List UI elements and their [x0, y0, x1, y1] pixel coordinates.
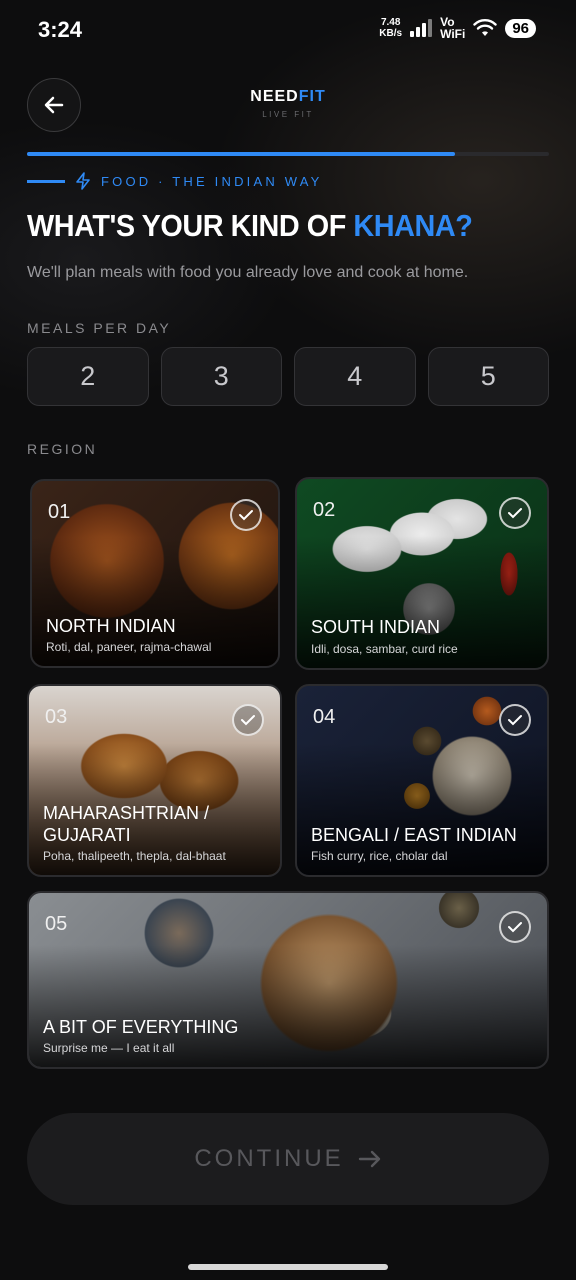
card-title: SOUTH INDIAN — [311, 617, 441, 637]
region-label: REGION — [27, 441, 98, 457]
card-description: Poha, thalipeeth, thepla, dal-bhaat — [43, 849, 226, 863]
card-title: A BIT OF EVERYTHING — [43, 1017, 239, 1037]
check-icon — [499, 704, 531, 736]
network-speed-unit: KB/s — [379, 28, 403, 39]
page-subtitle: We'll plan meals with food you already l… — [27, 264, 469, 281]
region-card-bengali-east-indian[interactable]: 04 BENGALI / EAST INDIAN Fish curry, ric… — [295, 684, 549, 877]
region-card-south-indian[interactable]: 02 SOUTH INDIAN Idli, dosa, sambar, curd… — [295, 477, 549, 670]
meals-per-day-options: 2 3 4 5 — [27, 347, 549, 406]
section-tag: FOOD · THE INDIAN WAY — [27, 172, 323, 190]
card-number: 04 — [313, 706, 336, 728]
check-icon — [232, 704, 264, 736]
region-card-north-indian[interactable]: 01 NORTH INDIAN Roti, dal, paneer, rajma… — [30, 479, 280, 668]
card-number: 03 — [45, 706, 68, 728]
card-title: NORTH INDIAN — [46, 616, 176, 636]
cell-signal-icon — [410, 19, 433, 37]
card-description: Fish curry, rice, cholar dal — [311, 849, 448, 863]
status-time: 3:24 — [38, 17, 83, 42]
tag-line — [27, 179, 65, 183]
lightning-icon — [76, 172, 90, 190]
brand-logo: NEEDFIT LIVE FIT — [0, 88, 576, 119]
continue-button[interactable]: CONTINUE — [27, 1113, 549, 1205]
status-bar: 3:24 7.48 KB/s Vo WiFi 96 — [0, 0, 576, 60]
progress-bar — [27, 152, 549, 156]
meal-option-3[interactable]: 3 — [160, 347, 282, 406]
battery-indicator: 96 — [505, 18, 536, 38]
wifi-icon — [473, 19, 498, 36]
page-title: WHAT'S YOUR KIND OF KHANA? — [27, 208, 473, 243]
continue-label: CONTINUE — [194, 1145, 344, 1172]
region-card-everything[interactable]: 05 A BIT OF EVERYTHING Surprise me — I e… — [27, 891, 549, 1069]
card-title: MAHARASHTRIAN / GUJARATI — [43, 803, 210, 845]
status-icons: 7.48 KB/s Vo WiFi 96 — [379, 16, 536, 40]
home-indicator[interactable] — [188, 1264, 388, 1270]
check-icon — [499, 497, 531, 529]
meals-per-day-label: MEALS PER DAY — [27, 320, 172, 336]
card-description: Surprise me — I eat it all — [43, 1041, 175, 1055]
meal-option-5[interactable]: 5 — [427, 347, 549, 406]
card-number: 01 — [48, 501, 71, 523]
network-speed-value: 7.48 — [380, 17, 401, 28]
brand-tagline: LIVE FIT — [262, 110, 314, 119]
section-tag-text: FOOD · THE INDIAN WAY — [101, 173, 323, 189]
progress-fill — [27, 152, 456, 156]
card-number: 02 — [313, 499, 336, 521]
vowifi-indicator: Vo WiFi — [440, 15, 466, 41]
card-number: 05 — [45, 913, 68, 935]
card-description: Idli, dosa, sambar, curd rice — [311, 642, 458, 656]
check-icon — [230, 499, 262, 531]
check-icon — [499, 911, 531, 943]
meal-option-4[interactable]: 4 — [294, 347, 416, 406]
arrow-right-icon — [358, 1150, 380, 1168]
brand-name: NEEDFIT — [250, 88, 326, 105]
meal-option-2[interactable]: 2 — [27, 347, 149, 406]
region-card-maharashtrian-gujarati[interactable]: 03 MAHARASHTRIAN / GUJARATI Poha, thalip… — [27, 684, 282, 877]
network-speed: 7.48 KB/s — [379, 17, 402, 39]
card-description: Roti, dal, paneer, rajma-chawal — [46, 640, 212, 654]
card-title: BENGALI / EAST INDIAN — [311, 825, 517, 845]
